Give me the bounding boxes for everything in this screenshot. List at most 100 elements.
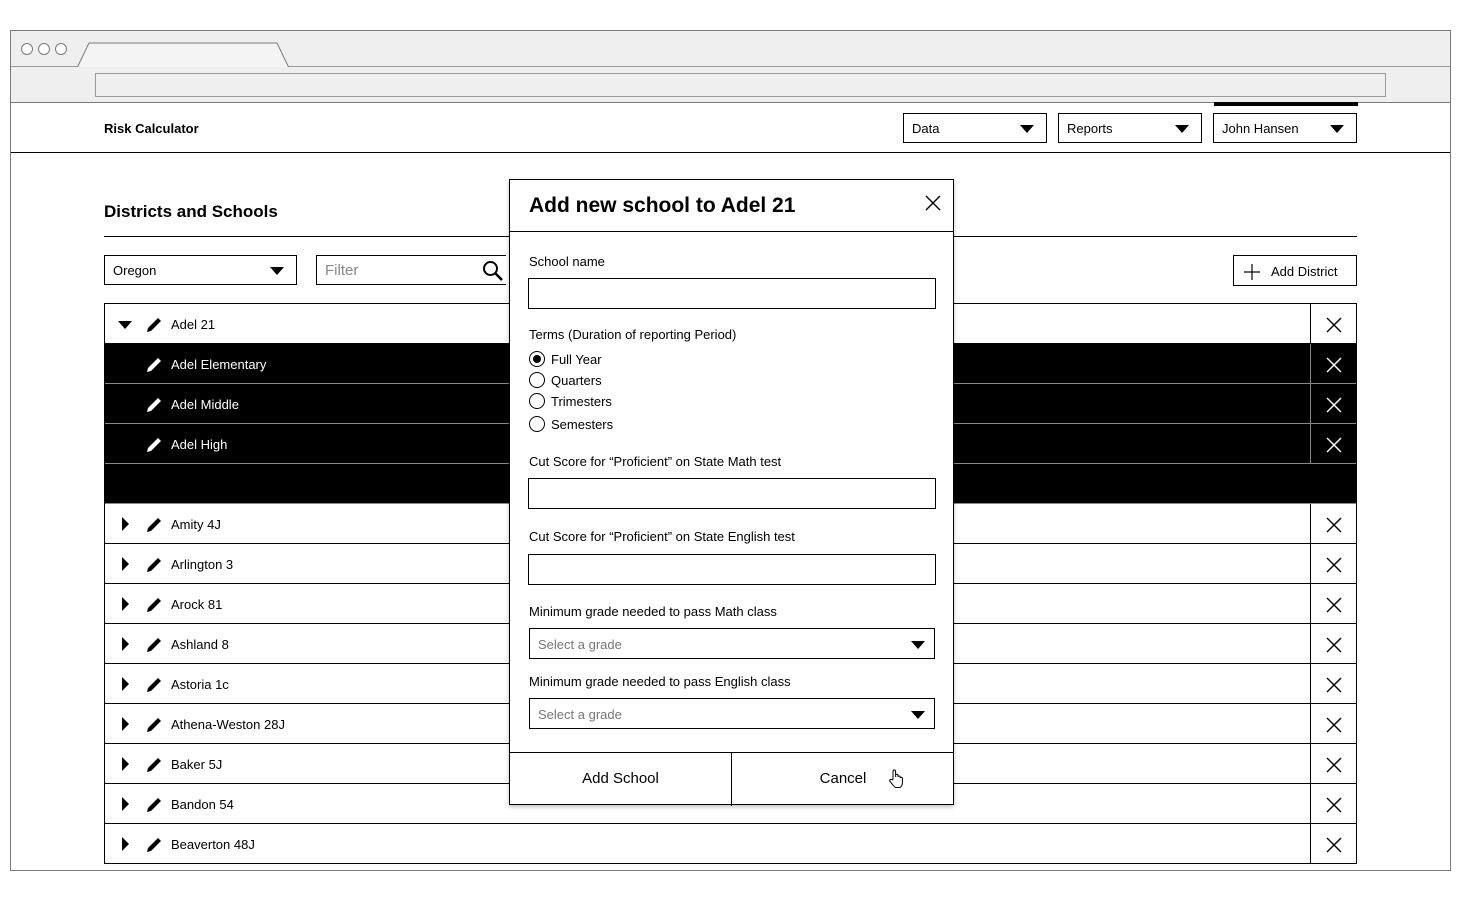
chevron-down-icon	[270, 267, 284, 275]
row-label: Astoria 1c	[171, 677, 229, 692]
math-grade-placeholder: Select a grade	[538, 637, 622, 652]
dialog-footer: Add School Cancel	[510, 752, 954, 806]
row-label: Amity 4J	[171, 517, 221, 532]
search-icon[interactable]	[482, 260, 504, 282]
add-school-label: Add School	[582, 770, 659, 787]
expand-toggle-icon[interactable]	[122, 797, 129, 811]
district-row[interactable]: Beaverton 48J	[105, 824, 1356, 864]
school-name-label: School name	[529, 254, 605, 269]
expand-toggle-icon[interactable]	[122, 757, 129, 771]
user-menu-select[interactable]: John Hansen	[1213, 113, 1357, 143]
cancel-button[interactable]: Cancel	[732, 753, 954, 806]
pencil-icon[interactable]	[145, 516, 163, 537]
chevron-down-icon	[1330, 125, 1344, 133]
pencil-icon[interactable]	[145, 356, 163, 377]
radio-button[interactable]	[529, 351, 545, 367]
english-cut-score-input[interactable]	[528, 554, 936, 585]
browser-toolbar	[11, 67, 1450, 103]
english-grade-select[interactable]: Select a grade	[529, 698, 935, 729]
english-cut-score-label: Cut Score for “Proficient” on State Engl…	[529, 529, 795, 544]
row-label: Arlington 3	[171, 557, 234, 572]
delete-cell[interactable]	[1310, 664, 1356, 703]
english-grade-label: Minimum grade needed to pass English cla…	[529, 674, 791, 689]
pencil-icon[interactable]	[145, 596, 163, 617]
window-minimize-dot[interactable]	[38, 43, 50, 55]
app-title: Risk Calculator	[104, 121, 199, 136]
pencil-icon[interactable]	[145, 836, 163, 857]
delete-cell[interactable]	[1310, 704, 1356, 743]
state-select[interactable]: Oregon	[104, 255, 297, 285]
chevron-down-icon	[911, 711, 925, 719]
delete-cell[interactable]	[1310, 744, 1356, 783]
radio-label: Trimesters	[551, 394, 612, 409]
row-label: Beaverton 48J	[171, 837, 255, 852]
browser-tab[interactable]	[77, 42, 291, 68]
dialog-header: Add new school to Adel 21	[510, 180, 953, 232]
add-school-dialog: Add new school to Adel 21 School name Te…	[509, 179, 954, 806]
delete-cell[interactable]	[1310, 544, 1356, 583]
pencil-icon[interactable]	[145, 716, 163, 737]
close-icon[interactable]	[924, 194, 942, 212]
delete-cell[interactable]	[1310, 344, 1356, 383]
pencil-icon[interactable]	[145, 556, 163, 577]
row-label: Adel Elementary	[171, 357, 267, 372]
pencil-icon[interactable]	[145, 676, 163, 697]
row-label: Ashland 8	[171, 637, 229, 652]
english-grade-placeholder: Select a grade	[538, 707, 622, 722]
expand-toggle-icon[interactable]	[122, 517, 129, 531]
data-menu-select[interactable]: Data	[903, 113, 1047, 143]
expand-toggle-icon[interactable]	[122, 677, 129, 691]
row-label: Baker 5J	[171, 757, 223, 772]
row-label: Arock 81	[171, 597, 223, 612]
delete-cell[interactable]	[1310, 824, 1356, 863]
pencil-icon[interactable]	[145, 316, 163, 337]
add-district-button[interactable]: Add District	[1233, 255, 1357, 286]
add-school-button[interactable]: Add School	[510, 753, 732, 806]
radio-button[interactable]	[529, 416, 545, 432]
delete-cell[interactable]	[1310, 384, 1356, 423]
user-menu-label: John Hansen	[1222, 121, 1299, 136]
delete-cell[interactable]	[1310, 584, 1356, 623]
hand-pointer-icon	[889, 769, 903, 788]
pencil-icon[interactable]	[145, 636, 163, 657]
expand-toggle-icon[interactable]	[122, 837, 129, 851]
window-maximize-dot[interactable]	[55, 43, 67, 55]
math-cut-score-label: Cut Score for “Proficient” on State Math…	[529, 454, 782, 469]
plus-icon	[1244, 264, 1260, 280]
pencil-icon[interactable]	[145, 796, 163, 817]
address-bar[interactable]	[95, 73, 1386, 97]
reports-menu-select[interactable]: Reports	[1058, 113, 1202, 143]
chevron-down-icon	[1175, 125, 1189, 133]
delete-cell[interactable]	[1310, 424, 1356, 463]
delete-cell[interactable]	[1310, 304, 1356, 343]
delete-cell[interactable]	[1310, 784, 1356, 823]
delete-cell[interactable]	[1310, 504, 1356, 543]
filter-box	[316, 255, 506, 285]
radio-label: Quarters	[551, 373, 602, 388]
chevron-down-icon	[911, 641, 925, 649]
browser-window: Risk Calculator Data Reports John Hansen…	[10, 30, 1451, 871]
math-grade-label: Minimum grade needed to pass Math class	[529, 604, 777, 619]
row-label: Athena-Weston 28J	[171, 717, 285, 732]
math-cut-score-input[interactable]	[528, 478, 936, 509]
collapse-toggle-icon[interactable]	[118, 321, 132, 329]
pencil-icon[interactable]	[145, 756, 163, 777]
dialog-title: Add new school to Adel 21	[529, 194, 796, 217]
radio-button[interactable]	[529, 372, 545, 388]
radio-button[interactable]	[529, 393, 545, 409]
math-grade-select[interactable]: Select a grade	[529, 628, 935, 659]
expand-toggle-icon[interactable]	[122, 557, 129, 571]
row-label: Adel Middle	[171, 397, 239, 412]
filter-input[interactable]	[317, 256, 477, 284]
user-menu-indicator	[1214, 102, 1358, 106]
expand-toggle-icon[interactable]	[122, 597, 129, 611]
row-label: Bandon 54	[171, 797, 234, 812]
window-close-dot[interactable]	[21, 43, 33, 55]
expand-toggle-icon[interactable]	[122, 717, 129, 731]
expand-toggle-icon[interactable]	[122, 637, 129, 651]
delete-cell[interactable]	[1310, 624, 1356, 663]
cancel-label: Cancel	[819, 770, 867, 787]
pencil-icon[interactable]	[145, 436, 163, 457]
school-name-input[interactable]	[528, 278, 936, 309]
pencil-icon[interactable]	[145, 396, 163, 417]
